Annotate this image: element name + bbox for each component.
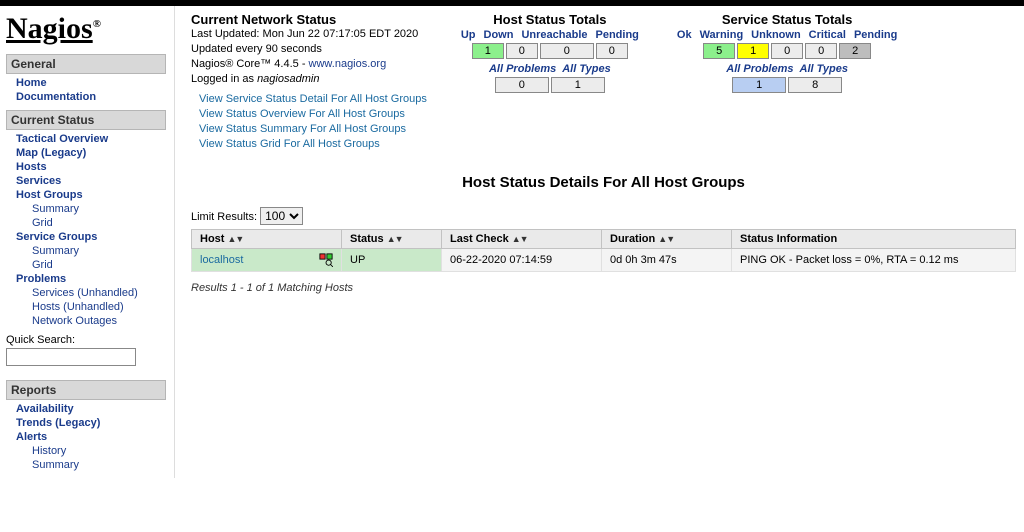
host-status-table: Host ▲▼ Status ▲▼ Last Check ▲▼ Duration… bbox=[191, 229, 1016, 272]
host-all-types-header[interactable]: All Types bbox=[562, 63, 611, 75]
host-status-totals: Host Status Totals Up Down Unreachable P… bbox=[457, 12, 643, 93]
svc-all-types-header[interactable]: All Types bbox=[800, 63, 849, 75]
nav-alerts-summary[interactable]: Summary bbox=[32, 458, 166, 472]
svc-warning-header[interactable]: Warning bbox=[696, 29, 748, 41]
host-totals-title: Host Status Totals bbox=[457, 12, 643, 27]
col-status[interactable]: Status ▲▼ bbox=[342, 229, 442, 248]
col-status-info: Status Information bbox=[732, 229, 1016, 248]
host-link[interactable]: localhost bbox=[200, 254, 243, 266]
status-info-box: Current Network Status Last Updated: Mon… bbox=[191, 12, 427, 152]
logged-in-line: Logged in as nagiosadmin bbox=[191, 72, 427, 87]
host-down-header[interactable]: Down bbox=[480, 29, 518, 41]
host-all-problems-count[interactable]: 0 bbox=[495, 77, 549, 93]
nav-host-groups[interactable]: Host Groups bbox=[16, 188, 166, 202]
product-line: Nagios® Core™ 4.4.5 - www.nagios.org bbox=[191, 57, 427, 72]
col-host[interactable]: Host ▲▼ bbox=[192, 229, 342, 248]
limit-results-select[interactable]: 100 bbox=[260, 207, 303, 225]
cell-info: PING OK - Packet loss = 0%, RTA = 0.12 m… bbox=[732, 248, 1016, 271]
results-pager: Results 1 - 1 of 1 Matching Hosts bbox=[191, 282, 1016, 294]
host-all-problems-header[interactable]: All Problems bbox=[489, 63, 556, 75]
host-unreachable-header[interactable]: Unreachable bbox=[517, 29, 591, 41]
nav-hostgroups-summary[interactable]: Summary bbox=[32, 202, 166, 216]
cell-last-check: 06-22-2020 07:14:59 bbox=[442, 248, 602, 271]
host-up-header[interactable]: Up bbox=[457, 29, 480, 41]
svc-all-problems-header[interactable]: All Problems bbox=[726, 63, 793, 75]
limit-results-row: Limit Results: 100 bbox=[191, 207, 1016, 225]
svc-all-types-count[interactable]: 8 bbox=[788, 77, 842, 93]
sort-icon[interactable]: ▲▼ bbox=[512, 234, 528, 244]
service-totals-title: Service Status Totals bbox=[673, 12, 901, 27]
link-service-status-detail[interactable]: View Service Status Detail For All Host … bbox=[199, 92, 427, 107]
nav-availability[interactable]: Availability bbox=[16, 402, 166, 416]
nav-alerts[interactable]: Alerts bbox=[16, 430, 166, 444]
host-unreachable-count[interactable]: 0 bbox=[540, 43, 594, 59]
col-last-check[interactable]: Last Check ▲▼ bbox=[442, 229, 602, 248]
svc-critical-header[interactable]: Critical bbox=[805, 29, 850, 41]
quick-search-label: Quick Search: bbox=[6, 334, 166, 346]
svc-unknown-header[interactable]: Unknown bbox=[747, 29, 805, 41]
quick-search-input[interactable] bbox=[6, 348, 136, 366]
nav-hostgroups-grid[interactable]: Grid bbox=[32, 216, 166, 230]
nav-service-groups[interactable]: Service Groups bbox=[16, 230, 166, 244]
nav-documentation[interactable]: Documentation bbox=[16, 90, 166, 104]
table-row: localhost UP 06-22-2020 07:14:59 0d 0h 3… bbox=[192, 248, 1016, 271]
nav-services[interactable]: Services bbox=[16, 174, 166, 188]
svc-unknown-count[interactable]: 0 bbox=[771, 43, 803, 59]
product-link[interactable]: www.nagios.org bbox=[309, 58, 387, 70]
nav-network-outages[interactable]: Network Outages bbox=[32, 314, 166, 328]
col-duration[interactable]: Duration ▲▼ bbox=[602, 229, 732, 248]
update-interval: Updated every 90 seconds bbox=[191, 42, 427, 57]
svc-ok-count[interactable]: 5 bbox=[703, 43, 735, 59]
host-detail-icon[interactable] bbox=[319, 253, 333, 267]
host-pending-header[interactable]: Pending bbox=[592, 29, 643, 41]
sidebar: Nagios® General Home Documentation Curre… bbox=[0, 6, 175, 478]
logged-in-user: nagiosadmin bbox=[257, 73, 319, 85]
sort-icon[interactable]: ▲▼ bbox=[228, 234, 244, 244]
nav-problems: Problems bbox=[16, 272, 166, 286]
link-status-summary[interactable]: View Status Summary For All Host Groups bbox=[199, 122, 427, 137]
host-pending-count[interactable]: 0 bbox=[596, 43, 628, 59]
status-title: Current Network Status bbox=[191, 12, 427, 27]
nav-hosts[interactable]: Hosts bbox=[16, 160, 166, 174]
link-status-overview[interactable]: View Status Overview For All Host Groups bbox=[199, 107, 427, 122]
last-updated: Last Updated: Mon Jun 22 07:17:05 EDT 20… bbox=[191, 27, 427, 42]
host-up-count[interactable]: 1 bbox=[472, 43, 504, 59]
svc-pending-count[interactable]: 2 bbox=[839, 43, 871, 59]
nav-services-unhandled[interactable]: Services (Unhandled) bbox=[32, 286, 166, 300]
host-all-types-count[interactable]: 1 bbox=[551, 77, 605, 93]
sidebar-section-general: General bbox=[6, 54, 166, 74]
nav-alerts-history[interactable]: History bbox=[32, 444, 166, 458]
sidebar-section-current-status: Current Status bbox=[6, 110, 166, 130]
sort-icon[interactable]: ▲▼ bbox=[387, 234, 403, 244]
host-down-count[interactable]: 0 bbox=[506, 43, 538, 59]
svc-warning-count[interactable]: 1 bbox=[737, 43, 769, 59]
cell-status: UP bbox=[342, 248, 442, 271]
svc-critical-count[interactable]: 0 bbox=[805, 43, 837, 59]
nav-trends[interactable]: Trends (Legacy) bbox=[16, 416, 166, 430]
service-status-totals: Service Status Totals Ok Warning Unknown… bbox=[673, 12, 901, 93]
nav-tactical-overview[interactable]: Tactical Overview bbox=[16, 132, 166, 146]
cell-duration: 0d 0h 3m 47s bbox=[602, 248, 732, 271]
logo: Nagios® bbox=[6, 12, 166, 46]
link-status-grid[interactable]: View Status Grid For All Host Groups bbox=[199, 137, 427, 152]
nav-map[interactable]: Map (Legacy) bbox=[16, 146, 166, 160]
nav-servicegroups-grid[interactable]: Grid bbox=[32, 258, 166, 272]
sort-icon[interactable]: ▲▼ bbox=[658, 234, 674, 244]
nav-home[interactable]: Home bbox=[16, 76, 166, 90]
svc-pending-header[interactable]: Pending bbox=[850, 29, 901, 41]
nav-hosts-unhandled[interactable]: Hosts (Unhandled) bbox=[32, 300, 166, 314]
nav-servicegroups-summary[interactable]: Summary bbox=[32, 244, 166, 258]
page-title: Host Status Details For All Host Groups bbox=[191, 174, 1016, 191]
limit-label: Limit Results: bbox=[191, 211, 257, 223]
sidebar-section-reports: Reports bbox=[6, 380, 166, 400]
main-content: Current Network Status Last Updated: Mon… bbox=[175, 6, 1024, 478]
svc-all-problems-count[interactable]: 1 bbox=[732, 77, 786, 93]
svc-ok-header[interactable]: Ok bbox=[673, 29, 696, 41]
